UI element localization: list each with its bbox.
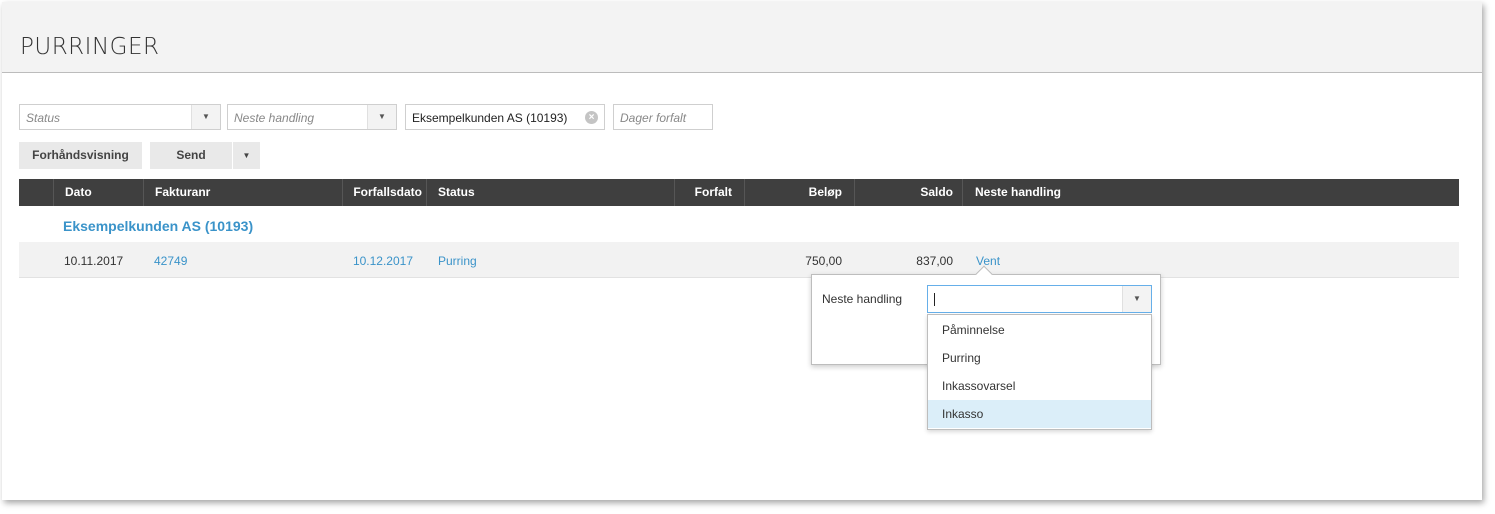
cell-fakturanr-link[interactable]: 42749: [154, 254, 187, 268]
column-header-saldo[interactable]: Saldo: [854, 179, 962, 206]
option-paminnelse[interactable]: Påminnelse: [928, 316, 1151, 344]
column-header-forfallsdato[interactable]: Forfallsdato: [342, 179, 426, 206]
table-header: Dato Fakturanr Forfallsdato Status Forfa…: [19, 179, 1459, 206]
next-action-label: Neste handling: [822, 292, 903, 306]
next-action-filter-placeholder: Neste handling: [234, 111, 315, 125]
send-dropdown-button[interactable]: ▼: [233, 142, 260, 169]
column-header-neste-handling[interactable]: Neste handling: [962, 179, 1459, 206]
cell-neste-handling-link[interactable]: Vent: [976, 254, 1000, 268]
customer-filter-value: Eksempelkunden AS (10193): [412, 111, 568, 125]
next-action-select[interactable]: ▼: [927, 285, 1152, 313]
customer-group-title[interactable]: Eksempelkunden AS (10193): [63, 218, 253, 234]
page-title: PURRINGER: [20, 34, 160, 60]
column-header-belop[interactable]: Beløp: [744, 179, 854, 206]
option-purring[interactable]: Purring: [928, 344, 1151, 372]
column-header-status[interactable]: Status: [426, 179, 674, 206]
next-action-options: Påminnelse Purring Inkassovarsel Inkasso: [927, 314, 1152, 430]
cell-dato: 10.11.2017: [64, 254, 124, 268]
chevron-down-icon: ▼: [242, 151, 251, 160]
customer-group-row: Eksempelkunden AS (10193): [19, 207, 1459, 243]
text-cursor: [934, 293, 935, 306]
column-header-fakturanr[interactable]: Fakturanr: [143, 179, 342, 206]
customer-filter[interactable]: Eksempelkunden AS (10193) ×: [405, 104, 605, 130]
cell-status-link[interactable]: Purring: [438, 254, 477, 268]
chevron-down-icon[interactable]: ▼: [191, 105, 220, 129]
chevron-down-icon[interactable]: ▼: [1122, 286, 1151, 312]
cell-belop: 750,00: [805, 254, 842, 268]
status-filter[interactable]: Status ▼: [19, 104, 221, 130]
column-header-select: [19, 179, 53, 206]
status-filter-placeholder: Status: [26, 111, 61, 125]
chevron-down-icon[interactable]: ▼: [367, 105, 396, 129]
cell-forfallsdato-link[interactable]: 10.12.2017: [342, 254, 413, 268]
option-inkassovarsel[interactable]: Inkassovarsel: [928, 372, 1151, 400]
page-header: PURRINGER: [2, 2, 1482, 73]
clear-icon[interactable]: ×: [585, 111, 598, 124]
send-button[interactable]: Send: [150, 142, 232, 169]
column-header-forfalt[interactable]: Forfalt: [674, 179, 744, 206]
preview-button[interactable]: Forhåndsvisning: [19, 142, 142, 169]
next-action-filter[interactable]: Neste handling ▼: [227, 104, 397, 130]
days-overdue-input[interactable]: Dager forfalt: [613, 104, 713, 130]
option-inkasso[interactable]: Inkasso: [928, 400, 1151, 428]
column-header-dato[interactable]: Dato: [53, 179, 143, 206]
days-overdue-placeholder: Dager forfalt: [620, 111, 687, 125]
cell-saldo: 837,00: [916, 254, 953, 268]
table-row[interactable]: 10.11.2017 42749 10.12.2017 Purring 750,…: [19, 242, 1459, 278]
